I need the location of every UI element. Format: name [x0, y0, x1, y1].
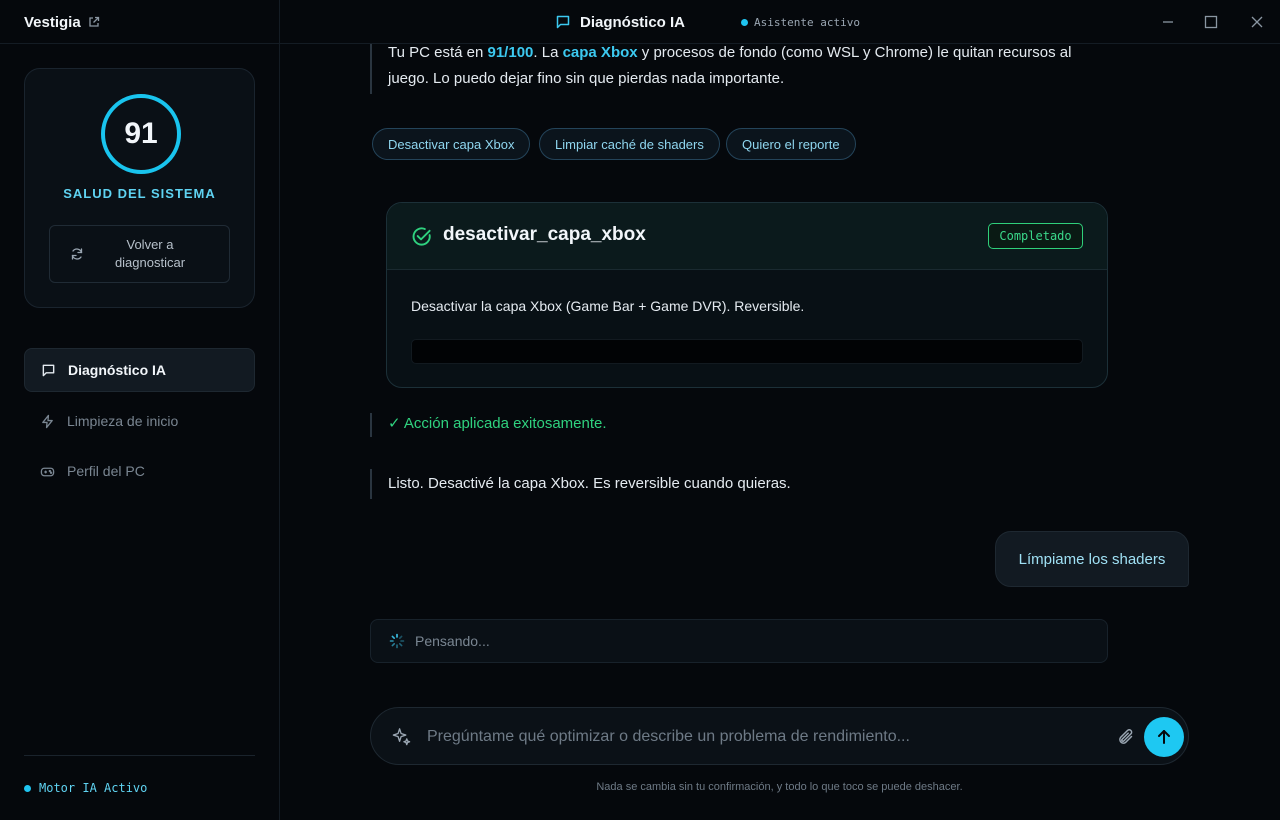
brand[interactable]: Vestigia	[24, 0, 100, 44]
sidebar-item-perfil[interactable]: Perfil del PC	[24, 449, 255, 493]
assistant-message-bar	[370, 413, 372, 437]
paperclip-icon	[1119, 729, 1133, 744]
refresh-icon	[71, 248, 83, 260]
sparkle-icon	[392, 728, 411, 746]
health-label: SALUD DEL SISTEMA	[63, 186, 216, 201]
chat-icon	[556, 15, 570, 29]
maximize-button[interactable]	[1201, 12, 1221, 32]
sidebar-separator	[24, 755, 255, 756]
health-score: 91	[124, 117, 158, 150]
chat-icon	[42, 364, 55, 376]
window-title: Diagnóstico IA	[555, 0, 685, 44]
intro-score: 91/100	[487, 44, 534, 61]
sidebar-item-diagnostico[interactable]: Diagnóstico IA	[24, 348, 255, 392]
chip-reporte[interactable]: Quiero el reporte	[726, 128, 856, 160]
bolt-icon	[42, 414, 53, 428]
chip-limpiar-shaders[interactable]: Limpiar caché de shaders	[539, 128, 720, 160]
assistant-status: Asistente activo	[741, 0, 860, 44]
assistant-message-reply: Listo. Desactivé la capa Xbox. Es revers…	[388, 475, 791, 492]
send-button[interactable]	[1144, 717, 1184, 757]
user-message-text: Límpiame los shaders	[1018, 550, 1166, 568]
intro-text-1: Tu PC está en	[388, 44, 488, 61]
assistant-message-intro: Tu PC está en 91/100. La capa Xbox y pro…	[388, 40, 1108, 92]
external-link-icon	[89, 16, 99, 27]
sidebar-item-label: Limpieza de inicio	[67, 413, 179, 429]
check-circle-icon	[412, 227, 431, 246]
intro-layer: capa Xbox	[562, 44, 638, 61]
intro-text-2: . La	[533, 44, 563, 61]
composer	[370, 707, 1189, 765]
assistant-status-label: Asistente activo	[754, 15, 860, 29]
status-badge: Completado	[988, 223, 1083, 249]
minimize-button[interactable]	[1158, 12, 1178, 32]
maximize-icon	[1204, 15, 1218, 29]
sidebar-divider	[279, 0, 280, 820]
close-icon	[1251, 16, 1263, 28]
gamepad-icon	[40, 467, 55, 476]
status-dot-icon	[741, 18, 748, 26]
brand-name: Vestigia	[24, 13, 81, 31]
minimize-icon	[1163, 21, 1173, 23]
engine-status-label: Motor IA Activo	[39, 781, 148, 795]
page-title: Diagnóstico IA	[580, 13, 686, 31]
thinking-label: Pensando...	[415, 633, 490, 649]
user-message: Límpiame los shaders	[995, 531, 1189, 587]
tool-output-box	[411, 339, 1083, 364]
attach-button[interactable]	[1116, 727, 1136, 747]
title-bar: Vestigia Diagnóstico IA Asistente activo	[0, 0, 1280, 44]
health-card: 91 SALUD DEL SISTEMA Volver a diagnostic…	[24, 68, 255, 308]
health-score-ring: 91	[101, 94, 181, 174]
composer-footnote: Nada se cambia sin tu confirmación, y to…	[596, 781, 963, 793]
chat-input[interactable]	[427, 723, 1107, 751]
assistant-message-bar	[370, 469, 372, 499]
engine-status: Motor IA Activo	[24, 778, 147, 798]
tool-name: desactivar_capa_xbox	[443, 224, 646, 245]
spinner-icon	[389, 633, 405, 649]
sidebar-item-label: Diagnóstico IA	[68, 362, 167, 378]
arrow-up-icon	[1158, 730, 1170, 744]
sidebar-item-limpieza[interactable]: Limpieza de inicio	[24, 399, 255, 443]
assistant-message-bar	[370, 44, 372, 94]
status-dot-icon	[24, 784, 31, 792]
chip-desactivar-xbox[interactable]: Desactivar capa Xbox	[372, 128, 531, 160]
tool-call-header: desactivar_capa_xbox Completado	[387, 203, 1107, 270]
tool-call-card: desactivar_capa_xbox Completado Desactiv…	[386, 202, 1108, 388]
rediagnose-button[interactable]: Volver a diagnosticar	[49, 225, 230, 283]
tool-description: Desactivar la capa Xbox (Game Bar + Game…	[411, 298, 805, 314]
sidebar-item-label: Perfil del PC	[67, 463, 145, 479]
thinking-indicator: Pensando...	[370, 619, 1108, 663]
close-button[interactable]	[1247, 12, 1267, 32]
rediagnose-label: Volver a diagnosticar	[114, 237, 186, 270]
success-message: ✓ Acción aplicada exitosamente.	[388, 415, 607, 432]
